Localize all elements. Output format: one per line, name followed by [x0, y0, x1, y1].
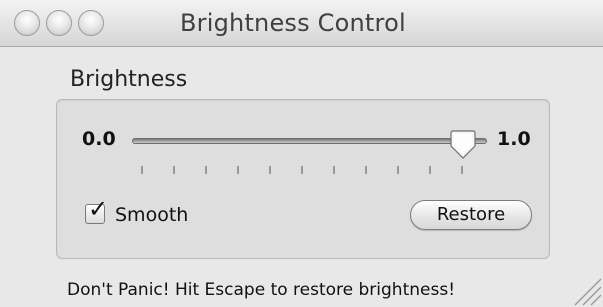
slider-min-label: 0.0	[82, 128, 116, 150]
checkmark-icon: ✓	[88, 195, 109, 223]
window-title: Brightness Control	[180, 9, 406, 37]
zoom-button[interactable]	[78, 10, 104, 36]
brightness-group-box: 0.0 1.0 ✓ Smooth Restore	[56, 99, 550, 259]
escape-hint-text: Don't Panic! Hit Escape to restore brigh…	[67, 280, 456, 300]
slider-tick-marks	[141, 166, 463, 174]
close-button[interactable]	[14, 10, 40, 36]
brightness-slider-thumb[interactable]	[450, 130, 476, 160]
brightness-slider-track[interactable]	[132, 138, 487, 144]
minimize-button[interactable]	[46, 10, 72, 36]
window-content: Brightness 0.0 1.0 ✓ Smooth Restore Don'…	[0, 47, 603, 307]
brightness-group-title: Brightness	[70, 67, 188, 92]
window-titlebar[interactable]: Brightness Control	[0, 0, 603, 47]
slider-max-label: 1.0	[497, 128, 531, 150]
brightness-control-window: Brightness Control Brightness 0.0 1.0 ✓ …	[0, 0, 603, 307]
smooth-checkbox[interactable]: ✓	[85, 197, 108, 224]
restore-button[interactable]: Restore	[410, 200, 532, 230]
smooth-label: Smooth	[115, 204, 189, 226]
resize-grip-icon[interactable]	[569, 273, 603, 307]
